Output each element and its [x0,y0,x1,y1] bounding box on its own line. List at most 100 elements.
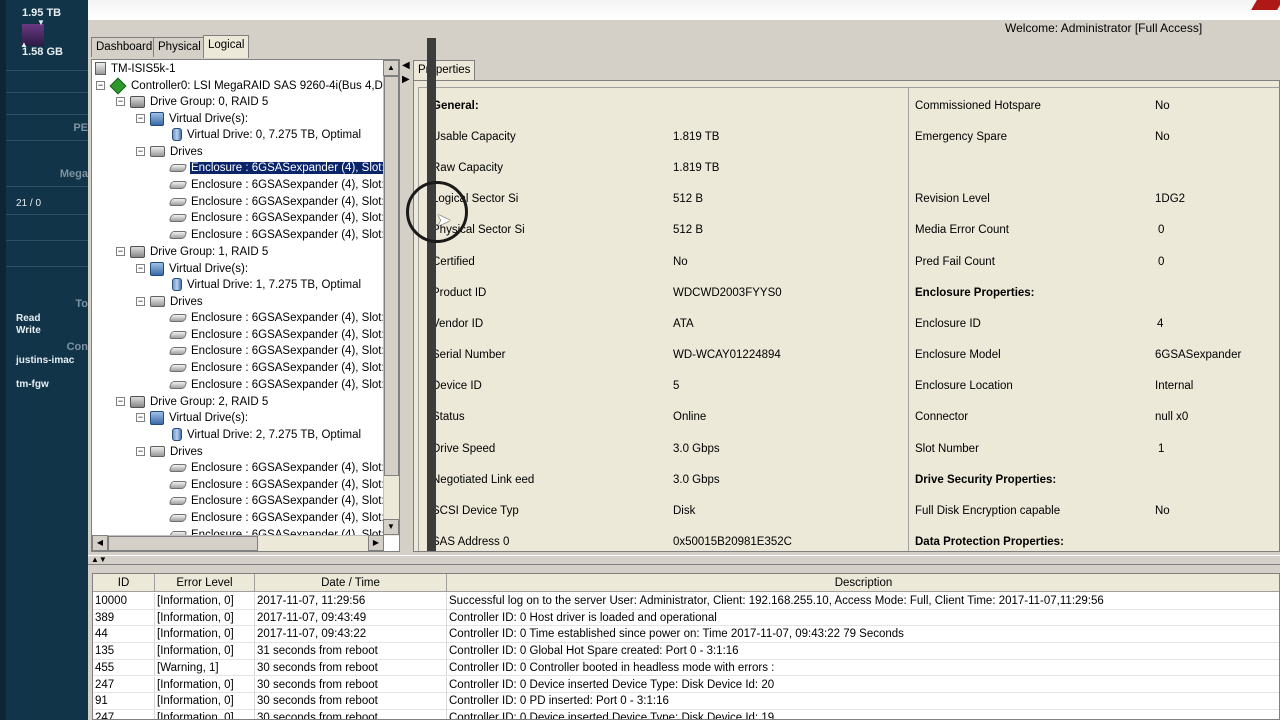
prop-label: SAS Address 0 [432,536,510,548]
capacity-bottom-text: 1.58 GB [22,46,63,58]
table-row[interactable]: 135 [Information, 0] 31 seconds from reb… [93,643,1279,660]
disk-icon [168,363,188,372]
collapse-icon[interactable]: − [136,297,145,307]
prop-value: 1.819 TB [673,131,720,143]
tree-virtual-drive[interactable]: Virtual Drive: 0, 7.275 TB, Optimal [172,127,362,143]
tree-vertical-scrollbar[interactable]: ▲ ▼ [383,60,399,536]
sidebar-host-item[interactable]: tm-fgw [16,379,49,390]
tree-drive[interactable]: Enclosure : 6GSASexpander (4), Slot: [168,360,386,376]
tree-vd-folder[interactable]: − Virtual Drive(s): [136,261,249,277]
collapse-icon[interactable]: − [136,147,145,157]
log-description: Controller ID: 0 Global Hot Spare create… [447,643,1279,660]
tree-drive-label: Enclosure : 6GSASexpander (4), Slot: [191,379,385,391]
sidebar-write-label: Write [16,325,41,336]
tree-drive[interactable]: Enclosure : 6GSASexpander (4), Slot: [168,377,386,393]
collapse-icon[interactable]: − [136,114,145,124]
collapse-icon[interactable]: − [116,97,125,107]
tree-virtual-drive[interactable]: Virtual Drive: 2, 7.275 TB, Optimal [172,427,362,443]
tree-drive-selected[interactable]: Enclosure : 6GSASexpander (4), Slot: [168,160,387,176]
properties-grid: General: Usable Capacity 1.819 TB Raw Ca… [418,87,1279,551]
prop-value: 512 B [673,224,704,236]
prop-label: Serial Number [432,349,506,361]
collapse-left-icon[interactable]: ◀ [402,60,410,71]
sidebar-host-item[interactable]: justins-imac [16,355,74,366]
log-level: [Warning, 1] [155,659,255,677]
tree-vd-folder[interactable]: − Virtual Drive(s): [136,410,249,426]
expand-right-icon[interactable]: ▶ [402,74,410,85]
table-row[interactable]: 44 [Information, 0] 2017-11-07, 09:43:22… [93,626,1279,644]
mouse-pointer-icon: ➤ [436,210,452,230]
drive-group-icon [130,245,145,258]
tab-dashboard[interactable]: Dashboard [91,37,158,57]
tab-properties[interactable]: Properties [413,60,476,80]
tree-drive[interactable]: Enclosure : 6GSASexpander (4), Slot: [168,327,386,343]
prop-value: No [1155,505,1170,517]
column-header-description[interactable]: Description [447,574,1279,592]
log-id: 135 [93,643,155,660]
log-description: Successful log on to the server User: Ad… [447,593,1279,610]
tree-drive[interactable]: Enclosure : 6GSASexpander (4), Slot: [168,477,386,493]
collapse-icon[interactable]: − [96,81,105,91]
tree-virtual-drive[interactable]: Virtual Drive: 1, 7.275 TB, Optimal [172,277,362,293]
prop-value: Online [673,411,707,423]
sidebar-divider [6,214,88,215]
tree-vd-folder[interactable]: − Virtual Drive(s): [136,111,249,127]
tree-drives-folder[interactable]: − Drives [136,294,204,310]
table-row[interactable]: 247 [Information, 0] 30 seconds from reb… [93,709,1279,719]
prop-value: 0 [1158,256,1165,268]
prop-label: Connector [915,411,969,423]
tree-drive-group[interactable]: − Drive Group: 2, RAID 5 [116,394,269,410]
tab-physical[interactable]: Physical [153,37,206,57]
tree-drive[interactable]: Enclosure : 6GSASexpander (4), Slot: [168,310,386,326]
tree-drive[interactable]: Enclosure : 6GSASexpander (4), Slot: [168,510,386,526]
log-id: 10000 [93,593,155,610]
table-row[interactable]: 10000 [Information, 0] 2017-11-07, 11:29… [93,593,1279,610]
tree-drives-folder-label: Drives [170,446,203,458]
log-splitter[interactable]: ▲▼ [88,555,1280,565]
prop-value: ATA [673,318,694,330]
collapse-icon[interactable]: − [136,264,145,274]
scroll-left-icon[interactable]: ◀ [92,535,108,551]
tree-drive[interactable]: Enclosure : 6GSASexpander (4), Slot: [168,177,386,193]
tree-drive-label: Enclosure : 6GSASexpander (4), Slot: [191,196,385,208]
tree-drive-group[interactable]: − Drive Group: 0, RAID 5 [116,94,269,110]
tree-drive[interactable]: Enclosure : 6GSASexpander (4), Slot: [168,227,386,243]
collapse-icon[interactable]: − [116,247,125,257]
table-row[interactable]: 247 [Information, 0] 30 seconds from reb… [93,676,1279,694]
table-row[interactable]: 389 [Information, 0] 2017-11-07, 09:43:4… [93,609,1279,627]
tree-drives-folder[interactable]: − Drives [136,444,204,460]
scroll-right-icon[interactable]: ▶ [368,535,384,551]
tree-controller[interactable]: − Controller0: LSI MegaRAID SAS 9260-4i(B… [96,77,396,95]
tree-drive-group[interactable]: − Drive Group: 1, RAID 5 [116,244,269,260]
tree-drive[interactable]: Enclosure : 6GSASexpander (4), Slot: [168,343,386,359]
column-header-date-time[interactable]: Date / Time [255,574,447,592]
scroll-thumb[interactable] [108,536,258,551]
top-strip [88,0,1280,20]
tree-drive[interactable]: Enclosure : 6GSASexpander (4), Slot: [168,493,386,509]
scroll-thumb[interactable] [384,76,399,476]
virtual-drive-folder-icon [150,410,164,425]
tree-drive[interactable]: Enclosure : 6GSASexpander (4), Slot: [168,210,386,226]
scroll-down-icon[interactable]: ▼ [383,519,399,535]
tree-vd-folder-label: Virtual Drive(s): [169,412,249,424]
tree-drive[interactable]: Enclosure : 6GSASexpander (4), Slot: [168,194,386,210]
tree-drive[interactable]: Enclosure : 6GSASexpander (4), Slot: [168,460,386,476]
table-row[interactable]: 91 [Information, 0] 30 seconds from rebo… [93,693,1279,710]
tab-logical[interactable]: Logical [203,35,250,58]
collapse-icon[interactable]: − [136,413,145,423]
collapse-icon[interactable]: − [116,397,125,407]
tree-drives-folder[interactable]: − Drives [136,144,204,160]
column-header-error-level[interactable]: Error Level [155,574,255,592]
tree-horizontal-scrollbar[interactable]: ◀ ▶ [92,535,384,551]
collapse-icon[interactable]: − [136,447,145,457]
column-header-id[interactable]: ID [93,574,155,592]
prop-label: Drive Speed [432,443,496,455]
log-id: 389 [93,609,155,627]
table-row[interactable]: 455 [Warning, 1] 30 seconds from reboot … [93,659,1279,677]
sidebar-fragment-pe: PE [73,122,88,134]
disk-icon [168,213,188,222]
sidebar-divider [6,266,88,267]
scroll-up-icon[interactable]: ▲ [383,60,399,76]
drive-group-icon [130,395,145,408]
tree-root[interactable]: TM-ISIS5k-1 [95,61,177,77]
